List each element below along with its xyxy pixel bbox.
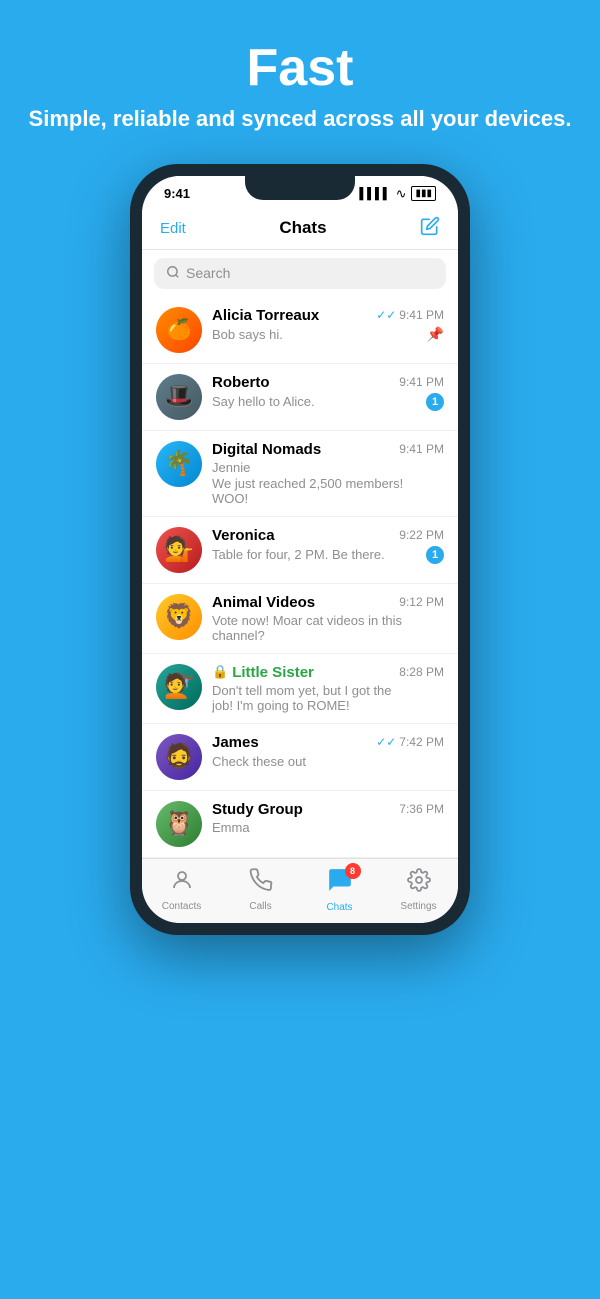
tab-contacts[interactable]: Contacts — [142, 868, 221, 912]
chat-item[interactable]: 🌴 Digital Nomads 9:41 PM Jennie We just … — [142, 431, 458, 517]
double-check-icon: ✓✓ — [376, 308, 396, 322]
avatar: 🦁 — [156, 594, 202, 640]
chat-name: Animal Videos — [212, 594, 315, 611]
chat-header: 🔒 Little Sister 8:28 PM — [212, 664, 444, 681]
time-with-check: ✓✓ 7:42 PM — [376, 735, 444, 749]
chat-content: Animal Videos 9:12 PM Vote now! Moar cat… — [212, 594, 444, 643]
avatar: 🌴 — [156, 441, 202, 487]
chat-name: Veronica — [212, 527, 275, 544]
hero-subtitle: Simple, reliable and synced across all y… — [29, 105, 572, 134]
chat-header: Animal Videos 9:12 PM — [212, 594, 444, 611]
search-placeholder: Search — [186, 265, 230, 281]
chat-header: Roberto 9:41 PM — [212, 374, 444, 391]
tab-chats-label: Chats — [326, 902, 352, 913]
chat-item[interactable]: 🎩 Roberto 9:41 PM Say hello to Alice. 1 — [142, 364, 458, 431]
chat-content: Alicia Torreaux ✓✓ 9:41 PM Bob says hi. … — [212, 307, 444, 343]
chat-content: James ✓✓ 7:42 PM Check these out — [212, 734, 444, 771]
chat-time: 9:22 PM — [399, 528, 444, 542]
chat-preview: Check these out — [212, 754, 306, 769]
chat-header: Digital Nomads 9:41 PM — [212, 441, 444, 458]
chat-time: 8:28 PM — [399, 665, 444, 679]
contacts-icon — [170, 868, 194, 898]
hero-section: Fast Simple, reliable and synced across … — [9, 0, 592, 154]
nav-bar: Edit Chats — [142, 208, 458, 250]
chat-time: 9:41 PM — [399, 442, 444, 456]
chat-header: Study Group 7:36 PM — [212, 801, 444, 818]
unread-badge: 1 — [426, 393, 444, 411]
compose-button[interactable] — [420, 216, 440, 241]
edit-button[interactable]: Edit — [160, 220, 186, 237]
chat-time: 7:42 PM — [399, 735, 444, 749]
tab-calls-label: Calls — [249, 901, 271, 912]
phone-screen: 9:41 ▌▌▌▌ ∿ ▮▮▮ Edit Chats — [142, 176, 458, 923]
tab-chats-badge-wrap: 8 — [327, 867, 353, 899]
chat-item[interactable]: 🧔 James ✓✓ 7:42 PM Check these out — [142, 724, 458, 791]
status-bar: 9:41 ▌▌▌▌ ∿ ▮▮▮ — [142, 176, 458, 208]
chat-preview: Vote now! Moar cat videos in this channe… — [212, 613, 412, 643]
nav-title: Chats — [279, 218, 326, 238]
tab-chats[interactable]: 8 Chats — [300, 867, 379, 913]
chat-preview: We just reached 2,500 members! WOO! — [212, 476, 412, 506]
chat-time: 9:41 PM — [399, 308, 444, 322]
status-icons: ▌▌▌▌ ∿ ▮▮▮ — [359, 186, 436, 202]
chat-time: 9:41 PM — [399, 375, 444, 389]
chat-preview: Table for four, 2 PM. Be there. — [212, 547, 385, 562]
tab-settings[interactable]: Settings — [379, 868, 458, 912]
tab-contacts-label: Contacts — [162, 901, 201, 912]
time-with-check: ✓✓ 9:41 PM — [376, 308, 444, 322]
avatar: 💇 — [156, 664, 202, 710]
double-check-icon: ✓✓ — [376, 735, 396, 749]
avatar: 🎩 — [156, 374, 202, 420]
search-bar[interactable]: Search — [154, 258, 446, 289]
chat-header: James ✓✓ 7:42 PM — [212, 734, 444, 751]
avatar: 🍊 — [156, 307, 202, 353]
wifi-icon: ∿ — [396, 186, 407, 202]
signal-icon: ▌▌▌▌ — [359, 188, 390, 200]
tab-settings-label: Settings — [400, 901, 436, 912]
chats-badge: 8 — [345, 863, 361, 879]
chat-item[interactable]: 💇 🔒 Little Sister 8:28 PM Don't tell mom… — [142, 654, 458, 724]
chat-name: Roberto — [212, 374, 270, 391]
chat-header: Veronica 9:22 PM — [212, 527, 444, 544]
chat-header: Alicia Torreaux ✓✓ 9:41 PM — [212, 307, 444, 324]
chat-content: Study Group 7:36 PM Emma — [212, 801, 444, 836]
chat-preview: Don't tell mom yet, but I got the job! I… — [212, 683, 412, 713]
chat-name: James — [212, 734, 259, 751]
phone-frame: 9:41 ▌▌▌▌ ∿ ▮▮▮ Edit Chats — [130, 164, 470, 935]
tab-calls[interactable]: Calls — [221, 868, 300, 912]
chat-preview: Bob says hi. — [212, 327, 283, 342]
settings-icon — [407, 868, 431, 898]
avatar: 🦉 — [156, 801, 202, 847]
chat-content: Veronica 9:22 PM Table for four, 2 PM. B… — [212, 527, 444, 564]
chat-name: Alicia Torreaux — [212, 307, 319, 324]
chat-name: Digital Nomads — [212, 441, 321, 458]
chat-time: 7:36 PM — [399, 802, 444, 816]
chat-item[interactable]: 🍊 Alicia Torreaux ✓✓ 9:41 PM Bob says hi… — [142, 297, 458, 364]
avatar: 🧔 — [156, 734, 202, 780]
sender-label: Emma — [212, 820, 444, 835]
chat-content: 🔒 Little Sister 8:28 PM Don't tell mom y… — [212, 664, 444, 713]
chat-item[interactable]: 💁 Veronica 9:22 PM Table for four, 2 PM.… — [142, 517, 458, 584]
notch — [245, 176, 355, 200]
hero-title: Fast — [29, 40, 572, 97]
chat-preview: Say hello to Alice. — [212, 394, 315, 409]
pin-icon: 📌 — [427, 326, 444, 343]
status-time: 9:41 — [164, 186, 190, 201]
chat-item[interactable]: 🦁 Animal Videos 9:12 PM Vote now! Moar c… — [142, 584, 458, 654]
chat-time: 9:12 PM — [399, 595, 444, 609]
search-icon — [166, 265, 180, 282]
avatar: 💁 — [156, 527, 202, 573]
chat-content: Digital Nomads 9:41 PM Jennie We just re… — [212, 441, 444, 506]
chat-content: Roberto 9:41 PM Say hello to Alice. 1 — [212, 374, 444, 411]
chat-name: Little Sister — [232, 664, 314, 681]
unread-badge: 1 — [426, 546, 444, 564]
lock-icon: 🔒 — [212, 664, 228, 680]
calls-icon — [249, 868, 273, 898]
battery-icon: ▮▮▮ — [411, 186, 436, 201]
tab-bar: Contacts Calls 8 — [142, 858, 458, 923]
chat-list: 🍊 Alicia Torreaux ✓✓ 9:41 PM Bob says hi… — [142, 297, 458, 858]
chat-name: Study Group — [212, 801, 303, 818]
chat-item[interactable]: 🦉 Study Group 7:36 PM Emma — [142, 791, 458, 858]
sender-label: Jennie — [212, 460, 444, 475]
